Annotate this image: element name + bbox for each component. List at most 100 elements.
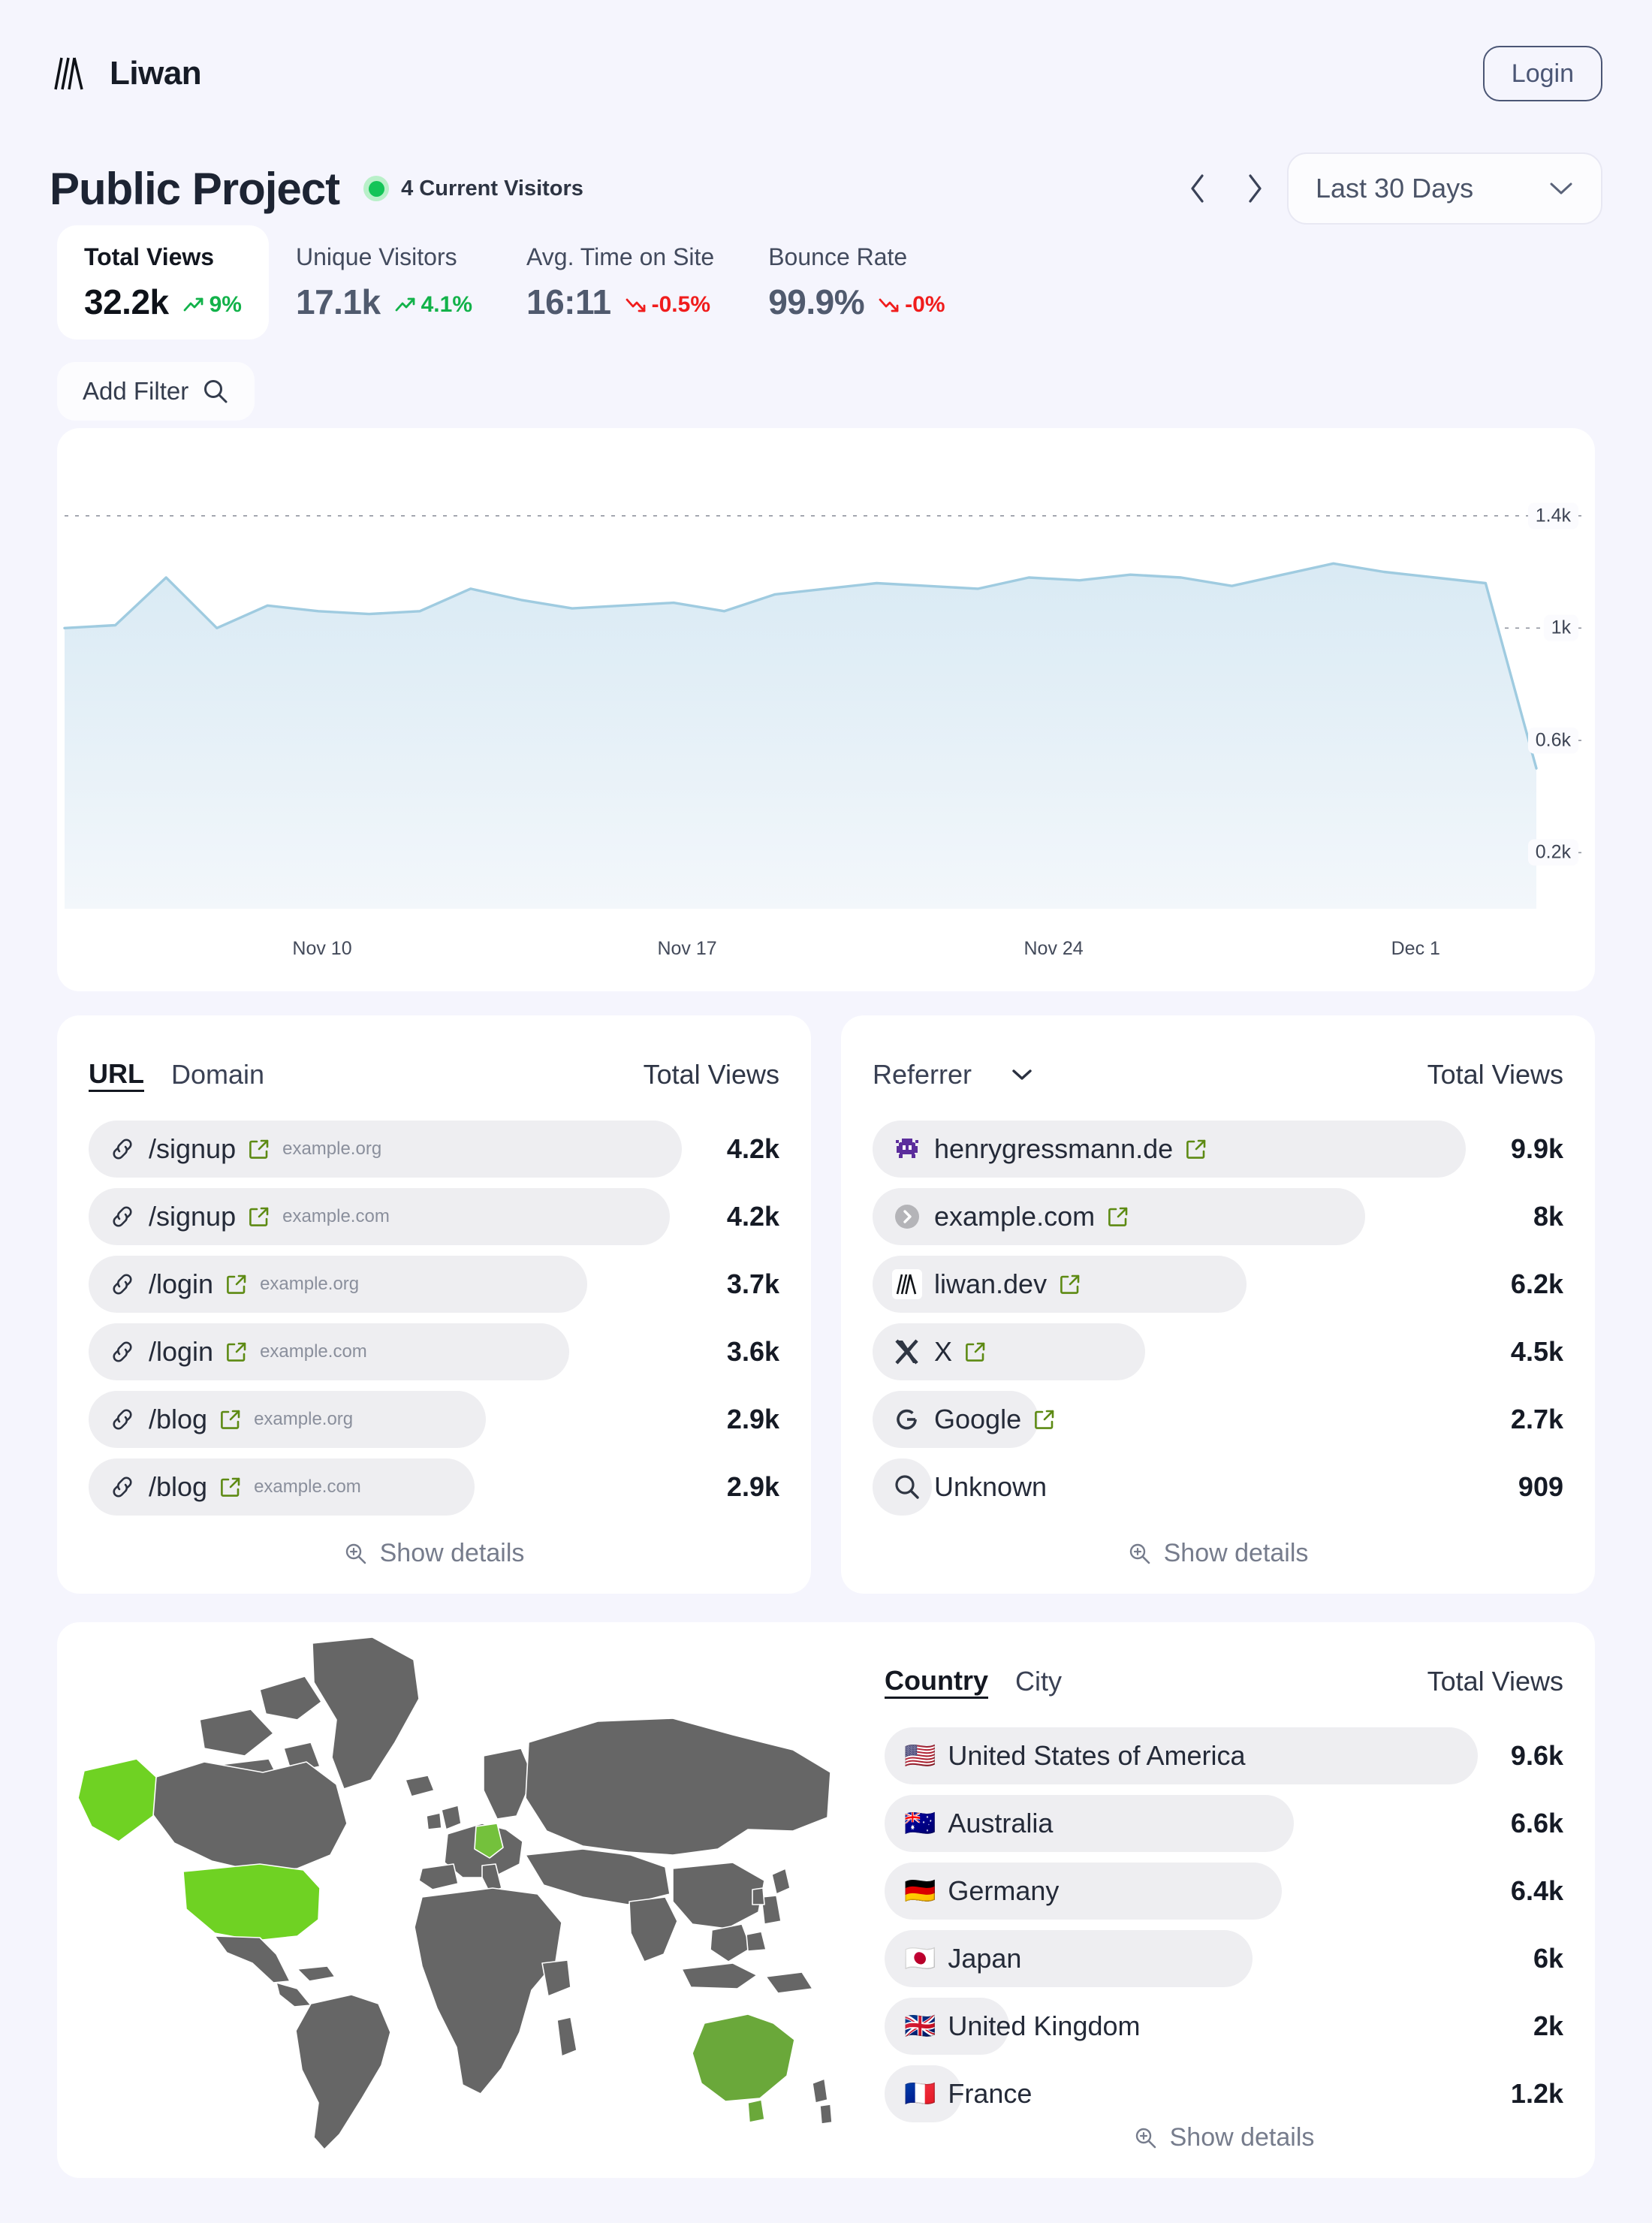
table-row[interactable]: Google 2.7k: [873, 1388, 1563, 1451]
metric-delta-value-0: 9%: [209, 292, 242, 317]
table-row[interactable]: /blog example.com 2.9k: [89, 1455, 779, 1519]
country-show-details-label: Show details: [1169, 2123, 1315, 2152]
metric-delta-value-3: -0%: [905, 292, 945, 317]
country-rows: 🇺🇸 United States of America 9.6k 🇦🇺 Australi…: [885, 1724, 1563, 2125]
chevron-down-icon: [1011, 1067, 1033, 1082]
url-show-details-link[interactable]: Show details: [57, 1539, 811, 1568]
metric-delta-3: -0%: [878, 292, 945, 318]
external-link-icon[interactable]: [219, 1408, 242, 1431]
country-flag-icon: 🇬🇧: [904, 2012, 936, 2041]
table-row[interactable]: /login example.org 3.7k: [89, 1253, 779, 1316]
referrer-row-name: example.com: [934, 1201, 1096, 1232]
geography-card: Country City Total Views 🇺🇸 United States …: [57, 1622, 1595, 2178]
url-row-name: /signup: [149, 1133, 237, 1164]
referrer-row-value: 4.5k: [1510, 1336, 1563, 1367]
country-row-label: 🇩🇪 Germany: [885, 1863, 1059, 1920]
tab-domain[interactable]: Domain: [171, 1058, 264, 1090]
external-link-icon[interactable]: [964, 1341, 987, 1363]
table-row[interactable]: 🇩🇪 Germany 6.4k: [885, 1860, 1563, 1923]
referrer-row-value: 9.9k: [1510, 1133, 1563, 1164]
login-button[interactable]: Login: [1482, 46, 1602, 101]
metrics-row: Total Views 32.2k 9% Unique Visitors 17.1k 4.…: [57, 225, 972, 339]
next-period-button[interactable]: [1230, 164, 1280, 213]
chart-y-tick-2: 0.6k: [1527, 727, 1578, 754]
tab-referrer[interactable]: Referrer: [873, 1058, 972, 1090]
chart-x-tick-3: Dec 1: [1391, 938, 1440, 959]
world-map[interactable]: [72, 1630, 838, 2155]
zoom-in-icon: [1134, 2126, 1158, 2150]
referrer-dropdown-button[interactable]: [1011, 1067, 1033, 1082]
country-row-label: 🇫🇷 France: [885, 2065, 1032, 2122]
url-row-value: 2.9k: [726, 1471, 779, 1502]
country-row-label: 🇦🇺 Australia: [885, 1795, 1053, 1852]
external-link-icon[interactable]: [1033, 1408, 1056, 1431]
external-link-icon[interactable]: [225, 1341, 248, 1363]
url-row-domain: example.com: [254, 1476, 361, 1497]
table-row[interactable]: henrygressmann.de 9.9k: [873, 1118, 1563, 1181]
country-row-name: Australia: [948, 1808, 1054, 1838]
external-link-icon[interactable]: [1059, 1273, 1081, 1295]
date-range-select[interactable]: Last 30 Days: [1287, 152, 1602, 225]
previous-period-button[interactable]: [1173, 164, 1222, 213]
table-row[interactable]: /signup example.org 4.2k: [89, 1118, 779, 1181]
referrer-row-name: X: [934, 1336, 953, 1367]
country-row-label: 🇬🇧 United Kingdom: [885, 1998, 1141, 2055]
url-row-domain: example.org: [282, 1139, 382, 1159]
tab-city[interactable]: City: [1015, 1665, 1062, 1697]
external-link-icon[interactable]: [1107, 1205, 1129, 1228]
zoom-in-icon: [344, 1542, 368, 1566]
url-row-domain: example.com: [282, 1206, 390, 1226]
metric-card-3[interactable]: Bounce Rate 99.9% -0%: [741, 225, 972, 339]
table-row[interactable]: Unknown 909: [873, 1455, 1563, 1519]
table-row[interactable]: liwan.dev 6.2k: [873, 1253, 1563, 1316]
metric-card-2[interactable]: Avg. Time on Site 16:11 -0.5%: [499, 225, 741, 339]
external-link-icon[interactable]: [248, 1138, 270, 1160]
table-row[interactable]: 🇫🇷 France 1.2k: [885, 2062, 1563, 2125]
country-row-name: United Kingdom: [948, 2010, 1141, 2041]
chart-y-tick-1: 1k: [1543, 614, 1578, 641]
referrer-row-value: 909: [1518, 1471, 1563, 1502]
url-row-label: /blog example.com: [89, 1458, 361, 1516]
external-link-icon[interactable]: [1185, 1138, 1207, 1160]
table-row[interactable]: example.com 8k: [873, 1185, 1563, 1248]
zoom-in-icon: [1128, 1542, 1152, 1566]
url-row-value: 4.2k: [726, 1201, 779, 1232]
referrer-show-details-label: Show details: [1163, 1539, 1309, 1567]
referrer-row-name: henrygressmann.de: [934, 1133, 1174, 1164]
table-row[interactable]: /blog example.org 2.9k: [89, 1388, 779, 1451]
table-row[interactable]: 🇺🇸 United States of America 9.6k: [885, 1724, 1563, 1787]
trend-up-icon: [394, 296, 417, 314]
tab-url[interactable]: URL: [89, 1057, 144, 1093]
referrer-show-details-link[interactable]: Show details: [841, 1539, 1595, 1568]
country-row-name: Japan: [948, 1943, 1022, 1974]
url-panel-tabs: URL Domain: [89, 1057, 264, 1093]
country-show-details-link[interactable]: Show details: [853, 2123, 1595, 2152]
table-row[interactable]: 🇬🇧 United Kingdom 2k: [885, 1995, 1563, 2058]
table-row[interactable]: 🇦🇺 Australia 6.6k: [885, 1792, 1563, 1855]
external-link-icon[interactable]: [225, 1273, 248, 1295]
country-panel-header: Country City Total Views: [885, 1657, 1563, 1706]
table-row[interactable]: /signup example.com 4.2k: [89, 1185, 779, 1248]
metric-value-1: 17.1k: [295, 282, 381, 321]
country-row-name: France: [948, 2078, 1032, 2109]
tab-country[interactable]: Country: [885, 1664, 988, 1700]
table-row[interactable]: /login example.com 3.6k: [89, 1320, 779, 1383]
chart-y-tick-3: 0.2k: [1527, 839, 1578, 866]
table-row[interactable]: 🇯🇵 Japan 6k: [885, 1927, 1563, 1990]
external-link-icon[interactable]: [248, 1205, 270, 1228]
add-filter-button[interactable]: Add Filter: [57, 362, 255, 421]
search-icon: [892, 1472, 922, 1502]
metric-card-0[interactable]: Total Views 32.2k 9%: [57, 225, 269, 339]
table-row[interactable]: X 4.5k: [873, 1320, 1563, 1383]
brand[interactable]: Liwan: [50, 52, 202, 95]
referrer-panel-tabs: Referrer: [873, 1058, 1033, 1090]
country-row-value: 1.2k: [1510, 2078, 1563, 2109]
url-row-name: /login: [149, 1268, 214, 1299]
url-show-details-label: Show details: [379, 1539, 525, 1567]
external-link-icon[interactable]: [219, 1476, 242, 1498]
trend-down-icon: [878, 296, 900, 314]
country-row-label: 🇺🇸 United States of America: [885, 1727, 1246, 1784]
country-row-label: 🇯🇵 Japan: [885, 1930, 1021, 1987]
metric-card-1[interactable]: Unique Visitors 17.1k 4.1%: [269, 225, 499, 339]
country-flag-icon: 🇯🇵: [904, 1944, 936, 1973]
